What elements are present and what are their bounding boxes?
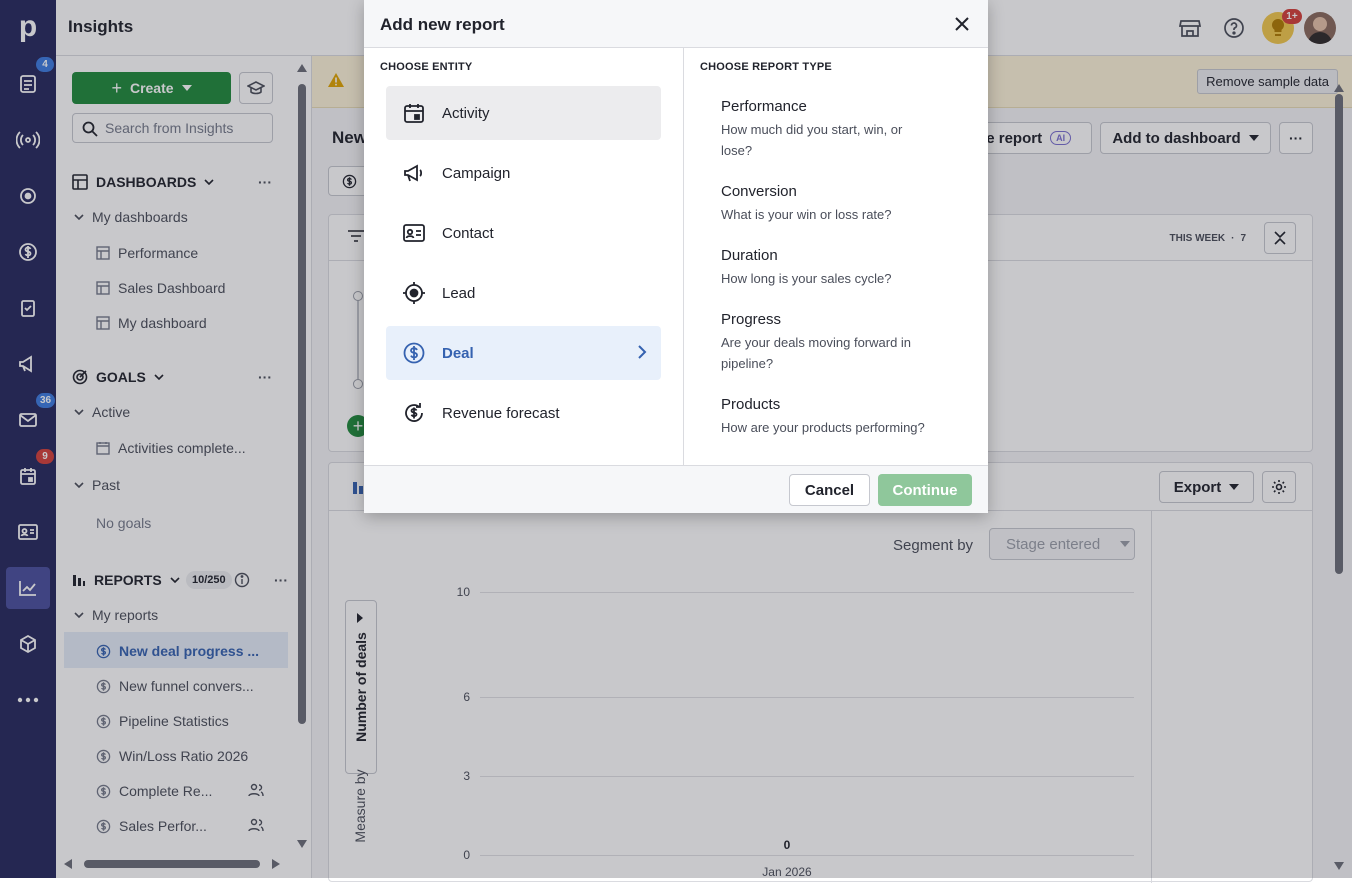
report-type-conversion[interactable]: Conversion What is your win or loss rate… — [721, 183, 941, 225]
entity-label: Lead — [442, 284, 476, 302]
report-type-column: CHOOSE REPORT TYPE Performance How much … — [684, 48, 988, 465]
report-type-performance[interactable]: Performance How much did you start, win,… — [721, 98, 941, 161]
revenue-forecast-icon — [405, 403, 423, 422]
report-type-column-title: CHOOSE REPORT TYPE — [700, 61, 832, 73]
contact-card-icon — [403, 224, 425, 242]
continue-button[interactable]: Continue — [878, 474, 972, 506]
report-type-description: How long is your sales cycle? — [721, 271, 892, 286]
close-icon[interactable] — [952, 14, 972, 34]
chevron-right-icon — [638, 345, 647, 359]
entity-column-title: CHOOSE ENTITY — [380, 61, 473, 73]
entity-column: CHOOSE ENTITY Activity Campaign Contact … — [364, 48, 684, 465]
entity-lead[interactable]: Lead — [386, 266, 661, 320]
report-type-title: Progress — [721, 311, 782, 328]
report-type-description: Are your deals moving forward in — [721, 335, 912, 350]
report-type-duration[interactable]: Duration How long is your sales cycle? — [721, 247, 941, 289]
dialog-title: Add new report — [380, 15, 505, 34]
dialog-header: Add new report — [364, 0, 988, 48]
report-type-title: Conversion — [721, 183, 797, 200]
entity-label: Campaign — [442, 164, 511, 182]
report-type-title: Duration — [721, 247, 778, 264]
entity-activity[interactable]: Activity — [386, 86, 661, 140]
calendar-icon — [404, 104, 424, 123]
report-type-description: How are your products performing? — [721, 420, 925, 435]
megaphone-icon — [404, 164, 423, 182]
dollar-icon — [403, 342, 425, 364]
dialog-footer: Cancel Continue — [364, 465, 988, 513]
add-report-dialog: Add new report CHOOSE ENTITY Activity Ca… — [364, 0, 988, 513]
entity-contact[interactable]: Contact — [386, 206, 661, 260]
report-type-title: Products — [721, 396, 781, 413]
entity-label: Contact — [442, 224, 494, 242]
cancel-button[interactable]: Cancel — [789, 474, 870, 506]
report-type-products[interactable]: Products How are your products performin… — [721, 396, 941, 438]
report-type-description: lose? — [721, 143, 753, 158]
report-type-description: pipeline? — [721, 356, 774, 371]
report-type-title: Performance — [721, 98, 807, 115]
entity-label: Deal — [442, 344, 474, 362]
entity-label: Revenue forecast — [442, 404, 560, 422]
report-type-description: How much did you start, win, or — [721, 122, 903, 137]
target-icon — [403, 282, 425, 304]
entity-label: Activity — [442, 104, 490, 122]
entity-campaign[interactable]: Campaign — [386, 146, 661, 200]
entity-deal[interactable]: Deal — [386, 326, 661, 380]
report-type-progress[interactable]: Progress Are your deals moving forward i… — [721, 311, 941, 374]
entity-revenue-forecast[interactable]: Revenue forecast — [386, 386, 661, 440]
report-type-description: What is your win or loss rate? — [721, 207, 892, 222]
